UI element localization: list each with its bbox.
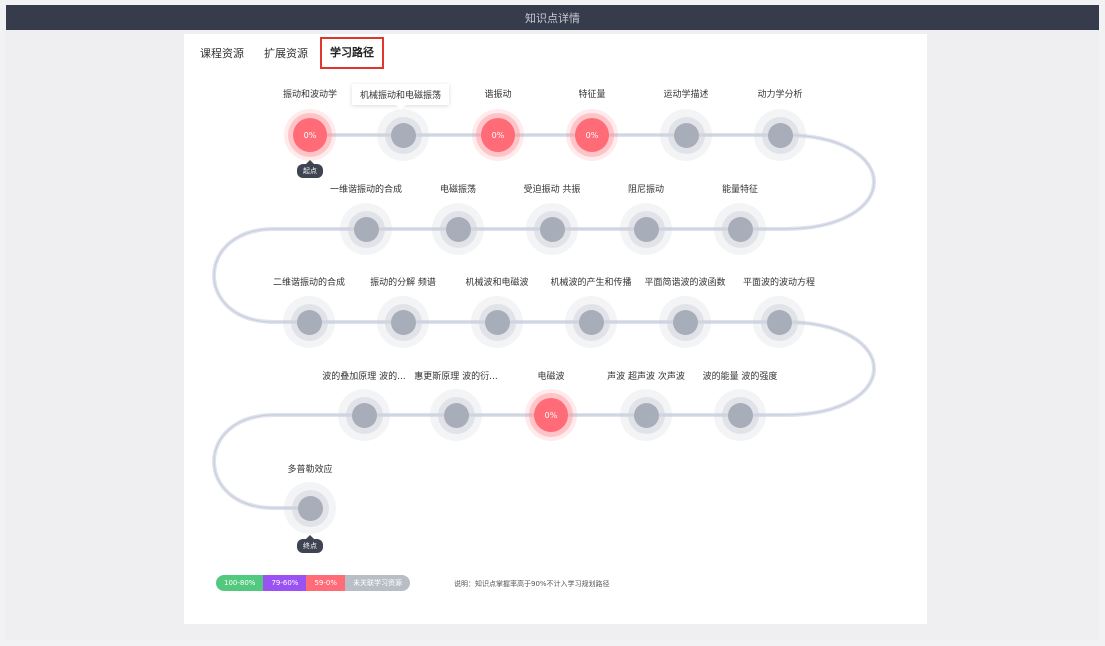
node-tooltip: 机械振动和电磁振荡: [352, 84, 450, 110]
node-label: 多普勒效应: [287, 465, 333, 475]
path-node[interactable]: 0%: [472, 109, 524, 161]
node-progress: 0%: [293, 118, 327, 152]
path-node[interactable]: 0%: [525, 389, 577, 441]
path-node[interactable]: 0%: [284, 109, 336, 161]
path-node[interactable]: [660, 109, 712, 161]
path-node[interactable]: 0%: [566, 109, 618, 161]
path-node[interactable]: [284, 482, 336, 534]
path-node[interactable]: [620, 389, 672, 441]
path-node[interactable]: [471, 296, 523, 348]
node-progress: 0%: [534, 398, 568, 432]
path-node[interactable]: [377, 109, 429, 161]
node-label: 谐振动: [484, 90, 512, 100]
path-node[interactable]: [754, 109, 806, 161]
node-label: 机械波的产生和传播: [550, 278, 632, 288]
node-label: 波的能量 波的强度: [702, 372, 778, 382]
legend-unlinked: 未关联学习资源: [345, 575, 410, 591]
path-node[interactable]: [338, 389, 390, 441]
end-marker: 终点: [297, 535, 323, 553]
path-node[interactable]: [659, 296, 711, 348]
node-progress: 0%: [575, 118, 609, 152]
node-label: 一维谐振动的合成: [329, 185, 403, 195]
node-label: 动力学分析: [757, 90, 803, 100]
main-panel: 课程资源 扩展资源 学习路径 振动和波动学 0% 谐振动 0% 特征量 0% 运…: [184, 34, 927, 624]
node-label: 二维谐振动的合成: [272, 278, 346, 288]
node-label: 特征量: [578, 90, 606, 100]
path-node[interactable]: [565, 296, 617, 348]
legend-medium: 79-60%: [263, 575, 307, 591]
legend-note: 说明：知识点掌握率高于90%不计入学习规划路径: [454, 580, 610, 588]
legend-high: 100-80%: [216, 575, 264, 591]
node-label: 波的叠加原理 波的...: [322, 372, 406, 382]
node-label: 能量特征: [721, 185, 759, 195]
start-marker: 起点: [297, 160, 323, 178]
node-label: 机械波和电磁波: [465, 278, 529, 288]
window-title: 知识点详情: [6, 5, 1099, 30]
path-node[interactable]: [432, 203, 484, 255]
node-label: 平面波的波动方程: [742, 278, 816, 288]
path-node[interactable]: [714, 203, 766, 255]
node-label: 振动的分解 频谱: [370, 278, 436, 288]
legend-low: 59-0%: [306, 575, 345, 591]
node-label: 运动学描述: [663, 90, 709, 100]
node-label: 平面简谐波的波函数: [644, 278, 726, 288]
node-label: 声波 超声波 次声波: [607, 372, 685, 382]
node-label: 阻尼振动: [627, 185, 665, 195]
path-node[interactable]: [753, 296, 805, 348]
mastery-legend: 100-80% 79-60% 59-0% 未关联学习资源: [216, 575, 410, 591]
path-node[interactable]: [377, 296, 429, 348]
node-label: 受迫振动 共振: [523, 185, 581, 195]
node-progress: 0%: [481, 118, 515, 152]
path-node[interactable]: [526, 203, 578, 255]
node-label: 电磁波: [537, 372, 565, 382]
node-label: 惠更斯原理 波的衍...: [414, 372, 498, 382]
path-node[interactable]: [340, 203, 392, 255]
path-node[interactable]: [620, 203, 672, 255]
path-node[interactable]: [430, 389, 482, 441]
path-node[interactable]: [714, 389, 766, 441]
path-node[interactable]: [283, 296, 335, 348]
node-label: 振动和波动学: [282, 90, 338, 100]
node-label: 电磁振荡: [439, 185, 477, 195]
